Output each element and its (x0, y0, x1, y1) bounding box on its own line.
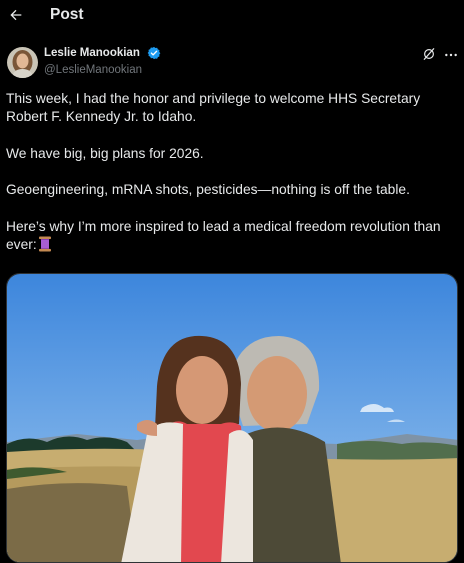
grok-icon[interactable] (422, 47, 436, 61)
avatar-photo-icon (7, 47, 38, 78)
top-bar: Post (0, 0, 464, 33)
tweet-paragraph: This week, I had the honor and privilege… (6, 91, 421, 125)
tweet-text: This week, I had the honor and privilege… (6, 90, 458, 254)
tweet-paragraph: We have big, big plans for 2026. (6, 145, 204, 161)
arrow-left-icon (10, 9, 22, 21)
more-horizontal-icon[interactable] (443, 47, 459, 63)
back-button[interactable] (6, 4, 26, 26)
photo-two-people-outdoors (7, 274, 457, 562)
tweet-paragraph: Here’s why I’m more inspired to lead a m… (6, 218, 458, 255)
tweet-paragraph-text: Here’s why I’m more inspired to lead a m… (6, 218, 441, 253)
avatar[interactable] (7, 47, 38, 78)
verified-badge-icon (147, 46, 161, 60)
author-handle[interactable]: @LeslieManookian (44, 64, 142, 76)
tweet-paragraph: Geoengineering, mRNA shots, pesticides—n… (6, 182, 410, 198)
author-name[interactable]: Leslie Manookian (44, 47, 140, 59)
tweet-media-photo[interactable] (6, 273, 458, 563)
spool-of-thread-emoji (38, 236, 51, 252)
page-title: Post (50, 6, 84, 23)
